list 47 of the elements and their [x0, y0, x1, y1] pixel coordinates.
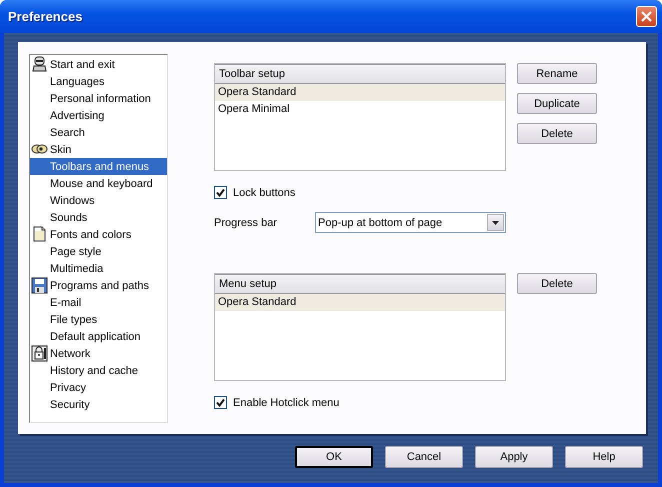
action-button[interactable]: Rename [517, 63, 597, 84]
action-button[interactable]: Delete [517, 273, 597, 294]
sidebar-item[interactable]: Windows [30, 192, 167, 209]
column-header[interactable]: Toolbar setup [215, 64, 505, 84]
person-icon [31, 56, 48, 73]
list-item[interactable]: Opera Standard [215, 84, 505, 101]
caret-icon [492, 220, 499, 224]
sidebar-item[interactable]: Toolbars and menus [30, 158, 167, 175]
checkbox[interactable] [214, 186, 227, 199]
dialog-button[interactable]: OK [295, 446, 373, 468]
sidebar-item[interactable]: Skin [30, 141, 167, 158]
dropdown[interactable]: Pop-up at bottom of page [315, 212, 506, 233]
window-title: Preferences [8, 9, 82, 24]
checkbox-label: Lock buttons [233, 186, 296, 198]
sidebar-item[interactable]: Mouse and keyboard [30, 175, 167, 192]
dialog-button[interactable]: Apply [475, 446, 553, 468]
sidebar-item[interactable]: Multimedia [30, 260, 167, 277]
sidebar-item[interactable]: E-mail [30, 294, 167, 311]
sidebar-item[interactable]: Start and exit [30, 56, 167, 73]
sidebar-item[interactable]: Security [30, 396, 167, 413]
sidebar-item[interactable]: History and cache [30, 362, 167, 379]
list-item[interactable]: Opera Minimal [215, 101, 505, 118]
field-label: Progress bar [214, 216, 278, 228]
sidebar-item[interactable]: File types [30, 311, 167, 328]
close-button[interactable] [636, 6, 657, 27]
checkmark-icon [216, 398, 225, 407]
action-button[interactable]: Delete [517, 123, 597, 144]
action-button[interactable]: Duplicate [517, 93, 597, 114]
sidebar-item[interactable]: Privacy [30, 379, 167, 396]
list-item[interactable]: Opera Standard [215, 294, 505, 311]
sidebar-item[interactable]: Personal information [30, 90, 167, 107]
checkmark-icon [216, 188, 225, 197]
sidebar-item[interactable]: Sounds [30, 209, 167, 226]
sidebar-item[interactable]: Search [30, 124, 167, 141]
close-icon [641, 11, 652, 22]
sidebar-item[interactable]: Languages [30, 73, 167, 90]
sidebar-item[interactable]: Page style [30, 243, 167, 260]
sidebar-item[interactable]: Fonts and colors [30, 226, 167, 243]
checkbox[interactable] [214, 396, 227, 409]
sidebar-item[interactable]: Advertising [30, 107, 167, 124]
dialog-button[interactable]: Cancel [385, 446, 463, 468]
sidebar-item[interactable]: Default application [30, 328, 167, 345]
dialog-button[interactable]: Help [565, 446, 643, 468]
checkbox-label: Enable Hotclick menu [233, 396, 340, 408]
sidebar-item[interactable]: Network [30, 345, 167, 362]
sidebar-item[interactable]: Programs and paths [30, 277, 167, 294]
column-header[interactable]: Menu setup [215, 274, 505, 294]
